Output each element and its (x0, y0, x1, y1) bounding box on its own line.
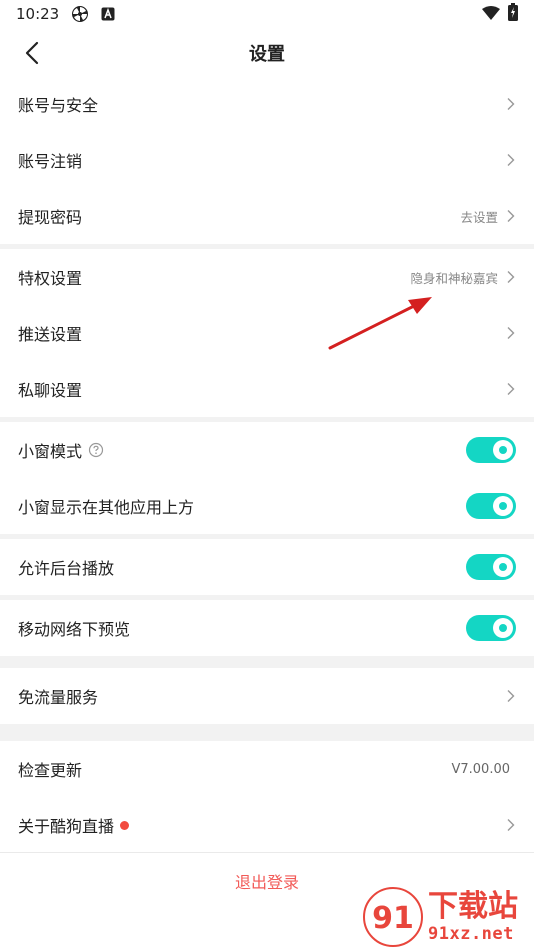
section-background: 允许后台播放 (0, 539, 534, 595)
mobile-network-preview-toggle[interactable] (466, 615, 516, 641)
version-value: V7.00.00 (451, 761, 510, 777)
section-privacy: 特权设置 隐身和神秘嘉宾 推送设置 私聊设置 (0, 249, 534, 417)
mini-window-toggle[interactable] (466, 437, 516, 463)
toggle-knob (493, 440, 513, 460)
row-label: 移动网络下预览 (18, 620, 131, 639)
nav-bar: 设置 (0, 28, 534, 78)
row-label: 检查更新 (18, 761, 83, 780)
annotation-arrow-icon (328, 297, 432, 350)
row-label: 特权设置 (18, 269, 83, 288)
row-label: 私聊设置 (18, 381, 83, 400)
row-check-update[interactable]: 检查更新 V7.00.00 (0, 741, 534, 797)
watermark-logo: 91 (362, 886, 424, 948)
row-mobile-network-preview: 移动网络下预览 (0, 600, 534, 656)
chevron-right-icon (507, 690, 515, 702)
row-label: 关于酷狗直播 (18, 817, 115, 836)
watermark-big-text: 下载站 (428, 889, 518, 924)
chevron-right-icon (507, 271, 515, 283)
section-window: 小窗模式 小窗显示在其他应用上方 (0, 422, 534, 534)
row-background-playback: 允许后台播放 (0, 539, 534, 595)
status-bar: 10:23 (0, 0, 534, 28)
chevron-right-icon (507, 154, 515, 166)
row-label: 小窗模式 (18, 442, 83, 461)
mini-window-overlay-toggle[interactable] (466, 493, 516, 519)
row-label: 账号与安全 (18, 96, 99, 115)
row-label: 允许后台播放 (18, 559, 115, 578)
row-label: 账号注销 (18, 152, 83, 171)
battery-charging-icon (508, 3, 518, 25)
row-push-settings[interactable]: 推送设置 (0, 305, 534, 361)
toggle-knob (493, 496, 513, 516)
row-value: 去设置 (460, 209, 498, 225)
chevron-right-icon (507, 327, 515, 339)
section-data: 免流量服务 (0, 668, 534, 724)
chevron-right-icon (507, 98, 515, 110)
pinwheel-icon (71, 5, 89, 23)
background-playback-toggle[interactable] (466, 554, 516, 580)
chevron-right-icon (507, 819, 515, 831)
watermark-logo-text: 91 (372, 901, 414, 936)
row-privilege-settings[interactable]: 特权设置 隐身和神秘嘉宾 (0, 249, 534, 305)
back-button[interactable] (18, 38, 46, 68)
row-mini-window-overlay: 小窗显示在其他应用上方 (0, 478, 534, 534)
status-time: 10:23 (16, 5, 60, 23)
help-circle-icon[interactable] (88, 442, 104, 458)
toggle-knob (493, 618, 513, 638)
row-withdraw-password[interactable]: 提现密码 去设置 (0, 188, 534, 244)
row-about-app[interactable]: 关于酷狗直播 (0, 797, 534, 853)
row-private-chat-settings[interactable]: 私聊设置 (0, 361, 534, 417)
chevron-right-icon (507, 383, 515, 395)
watermark-small-text: 91xz.net (428, 924, 518, 944)
row-account-security[interactable]: 账号与安全 (0, 76, 534, 132)
row-account-cancel[interactable]: 账号注销 (0, 132, 534, 188)
section-about: 检查更新 V7.00.00 关于酷狗直播 (0, 741, 534, 853)
page-title: 设置 (249, 44, 285, 65)
row-value: 隐身和神秘嘉宾 (410, 270, 498, 286)
row-label: 免流量服务 (18, 688, 99, 707)
row-mini-window-mode: 小窗模式 (0, 422, 534, 478)
row-label: 推送设置 (18, 325, 83, 344)
section-network: 移动网络下预览 (0, 600, 534, 656)
wifi-icon (482, 5, 500, 24)
watermark: 91 下载站 91xz.net (362, 884, 534, 950)
row-free-data-service[interactable]: 免流量服务 (0, 668, 534, 724)
row-label: 提现密码 (18, 208, 83, 227)
a-badge-icon (101, 7, 115, 21)
toggle-knob (493, 557, 513, 577)
logout-button[interactable]: 退出登录 (235, 869, 299, 895)
section-account: 账号与安全 账号注销 提现密码 去设置 (0, 76, 534, 244)
row-label: 小窗显示在其他应用上方 (18, 498, 195, 517)
chevron-left-icon (25, 41, 39, 65)
chevron-right-icon (507, 210, 515, 222)
notification-dot (120, 820, 130, 830)
